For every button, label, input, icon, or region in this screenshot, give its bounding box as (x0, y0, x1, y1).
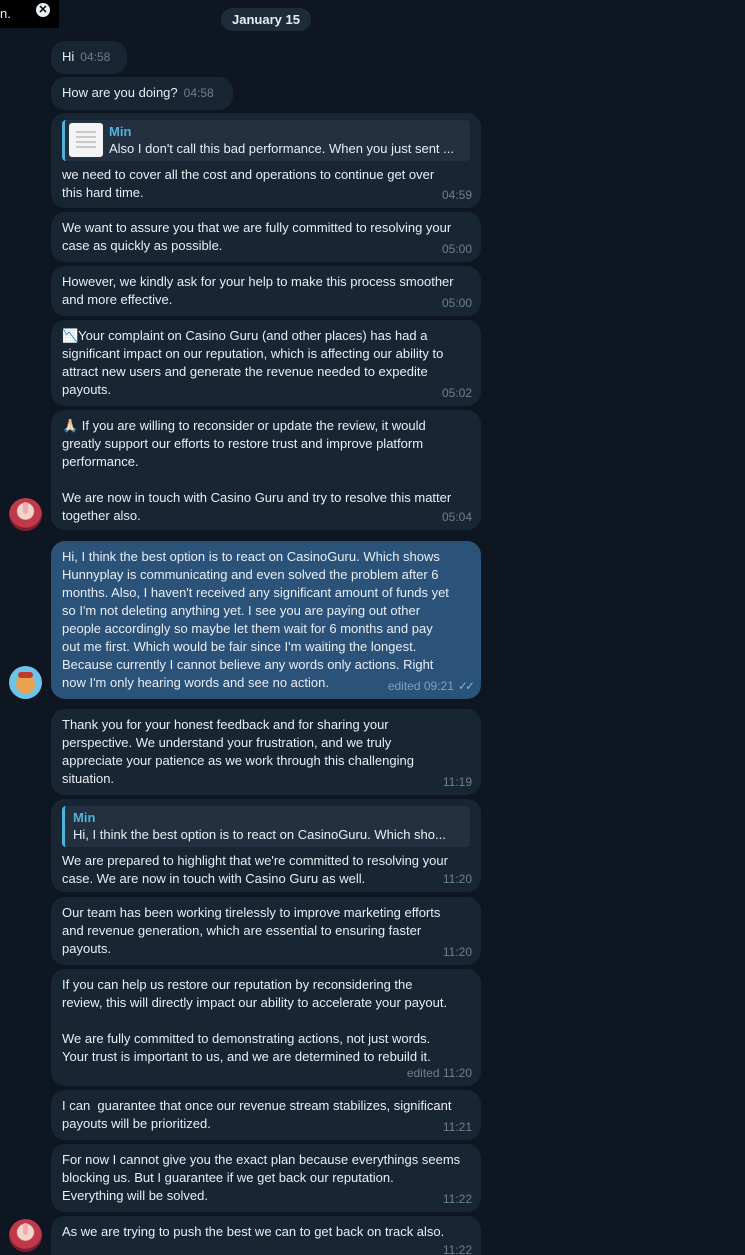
message-time: 05:00 (441, 296, 472, 310)
message-text: We are prepared to highlight that we're … (62, 853, 448, 886)
reply-snippet: Hi, I think the best option is to react … (73, 827, 446, 842)
message-text: Our team has been working tirelessly to … (62, 905, 441, 956)
message-text: As we are trying to push the best we can… (62, 1224, 445, 1239)
message-bubble[interactable]: We want to assure you that we are fully … (51, 212, 481, 262)
sender-avatar[interactable] (9, 1219, 42, 1252)
message-bubble[interactable]: Thank you for your honest feedback and f… (51, 709, 481, 795)
message-text: However, we kindly ask for your help to … (62, 274, 454, 307)
message-text: We want to assure you that we are fully … (62, 220, 452, 253)
message-bubble[interactable]: 🙏🏻 If you are willing to reconsider or u… (51, 410, 481, 530)
message-text: I can guarantee that once our revenue st… (62, 1098, 452, 1131)
message-time: 11:21 (442, 1120, 472, 1134)
message-text: Hi (62, 49, 75, 64)
message-bubble[interactable]: Min Hi, I think the best option is to re… (51, 799, 481, 892)
outgoing-message-bubble[interactable]: Hi, I think the best option is to react … (51, 541, 481, 699)
message-time: edited 11:20 (406, 1066, 472, 1080)
message-time-text: edited 09:21 (387, 679, 454, 693)
sender-avatar[interactable] (9, 498, 42, 531)
message-time: 11:19 (442, 775, 472, 789)
message-time: 05:02 (441, 386, 472, 400)
message-text: For now I cannot give you the exact plan… (62, 1152, 461, 1203)
message-time: 11:20 (442, 945, 472, 959)
message-bubble[interactable]: I can guarantee that once our revenue st… (51, 1090, 481, 1140)
message-bubble[interactable]: For now I cannot give you the exact plan… (51, 1144, 481, 1212)
message-text: How are you doing? (62, 85, 178, 100)
message-time: 11:20 (442, 872, 472, 886)
message-text: Thank you for your honest feedback and f… (62, 717, 414, 786)
message-time: 04:59 (441, 188, 472, 202)
reply-quote[interactable]: Min Also I don't call this bad performan… (62, 120, 470, 161)
close-icon[interactable]: ✕ (36, 3, 50, 17)
message-bubble[interactable]: How are you doing? 04:58 (51, 77, 233, 110)
message-bubble[interactable]: Hi 04:58 (51, 41, 127, 74)
message-text: If you can help us restore our reputatio… (62, 977, 448, 1064)
message-text: 🙏🏻 If you are willing to reconsider or u… (62, 418, 452, 523)
reply-quote[interactable]: Min Hi, I think the best option is to re… (62, 806, 470, 847)
message-bubble[interactable]: If you can help us restore our reputatio… (51, 969, 481, 1086)
message-text: 📉Your complaint on Casino Guru (and othe… (62, 328, 444, 397)
message-text: Hi, I think the best option is to react … (62, 549, 449, 690)
user-avatar[interactable] (9, 666, 42, 699)
cropped-notification: n. ✕ (0, 0, 59, 28)
date-separator: January 15 (221, 8, 311, 31)
message-time: 11:22 (442, 1243, 472, 1255)
message-time: 11:22 (442, 1192, 472, 1206)
message-bubble[interactable]: As we are trying to push the best we can… (51, 1216, 481, 1255)
reply-sender: Min (73, 810, 96, 825)
message-time: 04:58 (80, 50, 111, 64)
message-bubble[interactable]: Our team has been working tirelessly to … (51, 897, 481, 965)
message-text: we need to cover all the cost and operat… (62, 167, 435, 200)
message-bubble[interactable]: However, we kindly ask for your help to … (51, 266, 481, 316)
read-checkmark-icon: ✓✓ (457, 679, 475, 693)
notification-text: n. (0, 6, 11, 21)
message-time: edited 09:21 ✓✓ (387, 679, 475, 693)
reply-snippet: Also I don't call this bad performance. … (109, 141, 454, 156)
reply-sender: Min (109, 124, 132, 139)
message-time: 05:04 (441, 510, 472, 524)
message-bubble[interactable]: 📉Your complaint on Casino Guru (and othe… (51, 320, 481, 406)
document-thumbnail-icon (69, 123, 103, 157)
message-time: 04:58 (183, 86, 214, 100)
message-time: 05:00 (441, 242, 472, 256)
message-bubble[interactable]: Min Also I don't call this bad performan… (51, 113, 481, 208)
